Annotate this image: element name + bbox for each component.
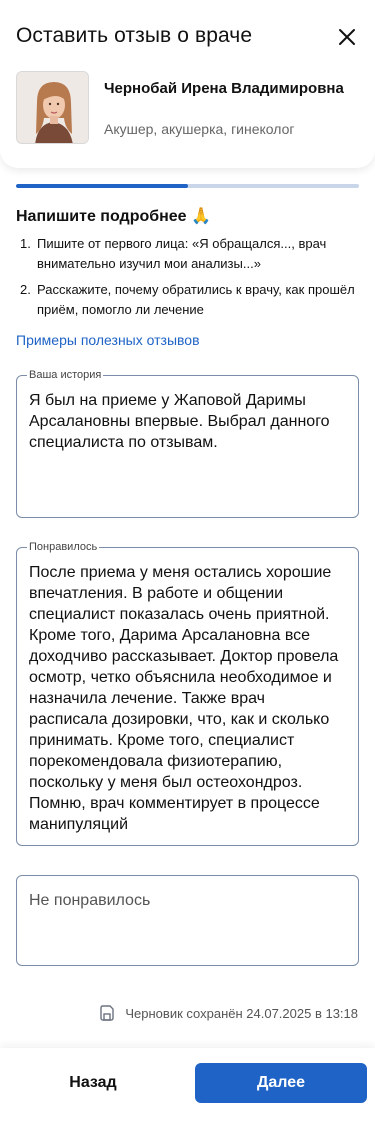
bottom-bar: Назад Далее: [0, 1048, 375, 1127]
doctor-avatar: [16, 71, 89, 144]
draft-status: Черновик сохранён 24.07.2025 в 13:18: [98, 1004, 358, 1022]
tip-text: Расскажите, почему обратились к врачу, к…: [37, 282, 355, 317]
liked-field-label: Понравилось: [27, 540, 100, 554]
doctor-specialty: Акушер, акушерка, гинеколог: [104, 121, 295, 137]
back-button[interactable]: Назад: [16, 1063, 170, 1103]
next-button[interactable]: Далее: [195, 1063, 367, 1103]
liked-field[interactable]: Понравилось После приема у меня остались…: [16, 540, 359, 846]
tip-number: 1.: [20, 236, 31, 251]
progress-bar: [16, 184, 359, 188]
doctor-name: Чернобай Ирена Владимировна: [104, 80, 344, 97]
save-icon: [100, 1005, 115, 1021]
tip-item: 1. Пишите от первого лица: «Я обращался.…: [20, 234, 360, 274]
disliked-field-placeholder: Не понравилось: [29, 892, 151, 909]
page-title: Оставить отзыв о враче: [16, 24, 253, 47]
close-button[interactable]: [334, 24, 360, 50]
examples-link[interactable]: Примеры полезных отзывов: [16, 332, 200, 348]
instructions-title: Напишите подробнее 🙏: [16, 208, 211, 225]
draft-status-text: Черновик сохранён 24.07.2025 в 13:18: [125, 1005, 358, 1021]
progress-fill: [16, 184, 188, 188]
disliked-field[interactable]: Не понравилось: [16, 875, 359, 966]
tips-list: 1. Пишите от первого лица: «Я обращался.…: [20, 234, 360, 326]
tip-item: 2. Расскажите, почему обратились к врачу…: [20, 280, 360, 320]
tip-text: Пишите от первого лица: «Я обращался...,…: [37, 236, 327, 271]
header-card: Оставить отзыв о враче Чернобай Ирена Вл…: [0, 0, 375, 168]
close-icon: [339, 29, 355, 45]
story-field[interactable]: Ваша история Я был на приеме у Жаповой Д…: [16, 368, 359, 518]
liked-field-text[interactable]: После приема у меня остались хорошие впе…: [29, 562, 346, 843]
story-field-text[interactable]: Я был на приеме у Жаповой Даримы Арсалан…: [29, 390, 346, 507]
story-field-label: Ваша история: [27, 368, 104, 382]
tip-number: 2.: [20, 282, 31, 297]
